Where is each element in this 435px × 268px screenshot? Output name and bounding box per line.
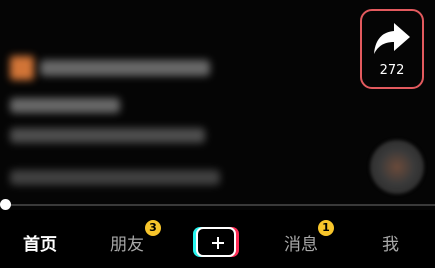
progress-bar[interactable] (5, 204, 435, 206)
progress-thumb[interactable] (0, 199, 11, 210)
share-button[interactable]: 272 (362, 11, 422, 87)
blurred-caption-line (10, 98, 120, 113)
blurred-caption-line (10, 128, 205, 143)
blurred-author-avatar (10, 56, 34, 80)
bottom-nav: 首页 朋友 3 消息 1 我 (0, 218, 435, 268)
nav-me[interactable]: 我 (382, 230, 399, 255)
nav-friends[interactable]: 朋友 (110, 230, 144, 255)
share-arrow-icon (374, 23, 410, 54)
create-button[interactable] (193, 227, 239, 257)
share-count: 272 (379, 63, 405, 78)
music-disc[interactable] (370, 140, 424, 194)
plus-icon (196, 227, 236, 257)
friends-badge: 3 (145, 220, 161, 236)
nav-messages[interactable]: 消息 (284, 230, 318, 255)
blurred-caption-line (10, 170, 220, 185)
nav-home[interactable]: 首页 (23, 230, 57, 255)
messages-badge: 1 (318, 220, 334, 236)
blurred-author-name (40, 60, 210, 76)
